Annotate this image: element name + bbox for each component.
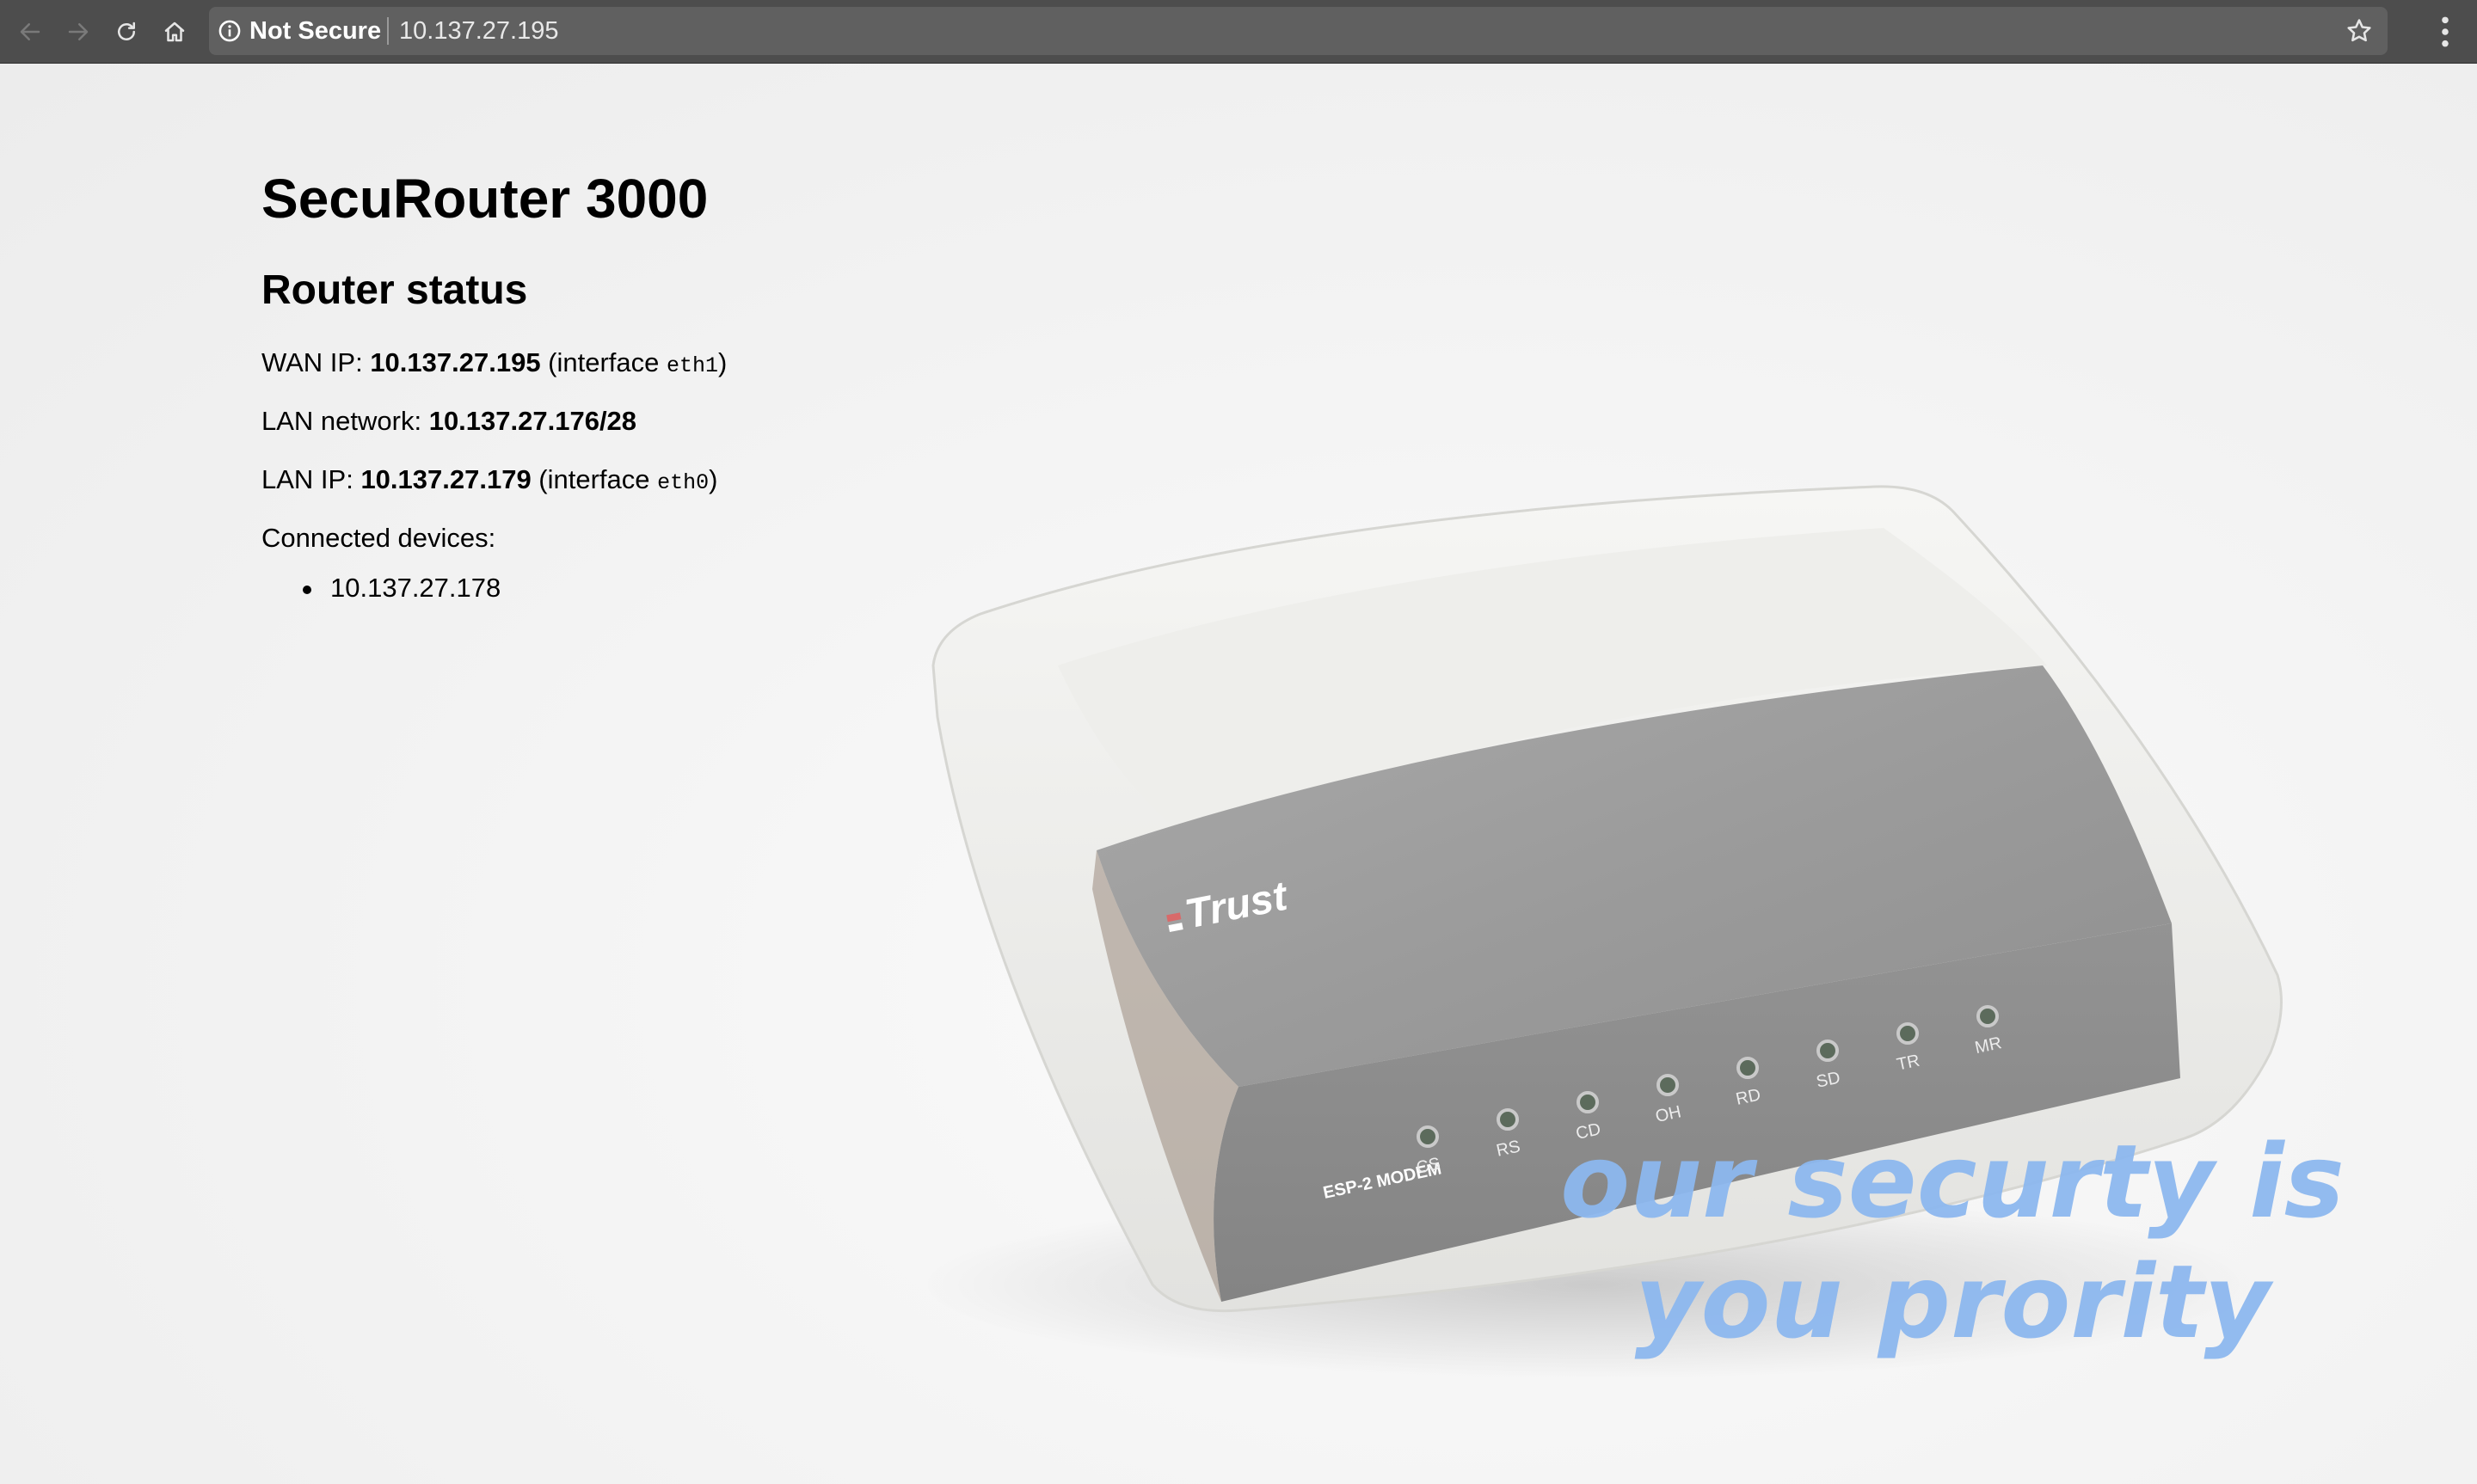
lan-ip-label: LAN IP: [261,464,361,494]
section-title: Router status [261,267,528,313]
wan-ip-label: WAN IP: [261,347,371,377]
wan-iface: eth1 [667,353,719,378]
lan-iface-suffix: ) [709,464,718,494]
reload-icon [118,21,135,40]
url-text[interactable]: 10.137.27.195 [399,7,558,55]
lan-ip-value: 10.137.27.179 [360,464,532,494]
lan-network-value: 10.137.27.176/28 [428,406,637,436]
slogan-line-1: our securty is [1560,1122,2345,1241]
lan-ip-line: LAN IP: 10.137.27.179 (interface eth0) [261,464,717,495]
led-rd [1736,1057,1759,1079]
vertical-dots-icon[interactable] [2431,14,2460,50]
page-title: SecuRouter 3000 [261,168,709,230]
lan-network-label: LAN network: [261,406,429,436]
omnibox-divider [387,17,389,45]
home-button[interactable] [158,15,191,48]
wan-ip-value: 10.137.27.195 [370,347,541,377]
led-rs [1497,1108,1519,1131]
led-tr [1896,1022,1919,1045]
reload-button[interactable] [110,15,143,48]
lan-iface-prefix: (interface [531,464,658,494]
lan-iface: eth0 [657,470,710,495]
browser-toolbar: Not Secure 10.137.27.195 [0,0,2477,64]
slogan-line-2: you prority [1634,1242,2271,1361]
led-cd [1577,1091,1599,1113]
led-mr [1976,1005,1999,1027]
forward-button[interactable] [62,15,95,48]
back-button[interactable] [14,15,46,48]
security-status-label[interactable]: Not Secure [249,7,381,55]
slogan: our securty is you prority [1540,1121,2365,1362]
wan-iface-suffix: ) [718,347,728,377]
led-sd [1816,1039,1839,1062]
led-oh [1656,1074,1679,1096]
led-cs [1417,1125,1439,1148]
lan-network-line: LAN network: 10.137.27.176/28 [261,406,636,437]
wan-ip-line: WAN IP: 10.137.27.195 (interface eth1) [261,347,727,378]
info-circle-icon[interactable] [218,19,242,43]
connected-devices-label: Connected devices: [261,523,496,553]
home-icon [164,21,185,42]
back-arrow-icon [20,23,40,40]
wan-iface-prefix: (interface [540,347,667,377]
device-item: 10.137.27.178 [261,573,501,604]
address-bar[interactable]: Not Secure 10.137.27.195 [209,7,2388,55]
star-icon[interactable] [2345,16,2374,46]
device-list: 10.137.27.178 [261,573,501,604]
forward-arrow-icon [68,23,89,40]
page-body: Trust ESP-2 MODEM CS RS CD OH RD SD TR MR our s… [0,64,2477,1484]
